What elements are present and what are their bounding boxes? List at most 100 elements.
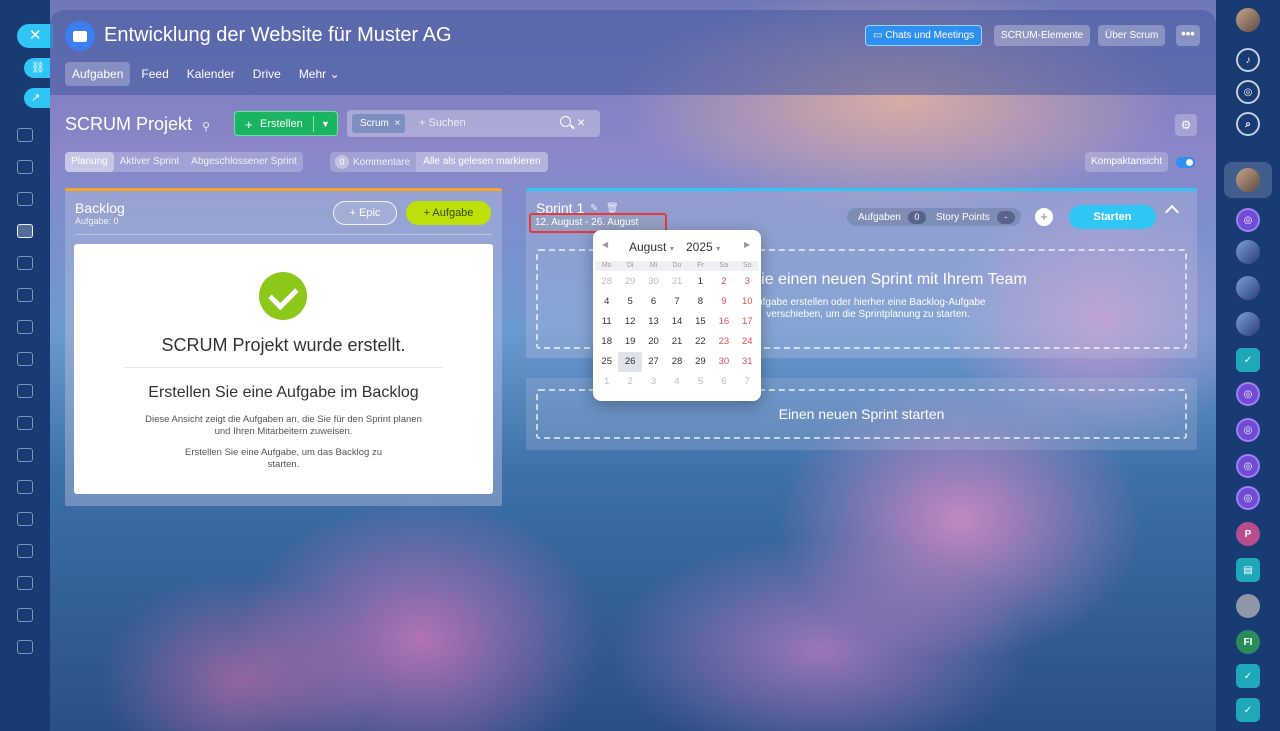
search-box[interactable]: Scrum × + Suchen × (347, 110, 600, 137)
tasks-chat-icon[interactable]: ✓ (1236, 664, 1260, 688)
mail-icon[interactable] (17, 288, 33, 302)
chat-avatar-p[interactable]: P (1236, 522, 1260, 546)
start-sprint-button[interactable]: Starten (1069, 205, 1156, 229)
compact-view-toggle[interactable] (1176, 157, 1195, 168)
card-icon[interactable] (17, 192, 33, 206)
bell-icon[interactable]: ♪ (1236, 48, 1260, 72)
calendar-day[interactable]: 21 (665, 332, 688, 352)
scrum-elements-button[interactable]: SCRUM-Elemente (994, 25, 1091, 46)
chat-group-icon[interactable]: ◎ (1236, 208, 1260, 232)
pen-icon[interactable] (17, 416, 33, 430)
filter-chip-scrum[interactable]: Scrum × (352, 114, 406, 133)
presentation-icon[interactable] (17, 352, 33, 366)
calendar-day[interactable]: 30 (642, 272, 665, 292)
chats-meetings-button[interactable]: ▭ Chats und Meetings (865, 25, 983, 46)
chat-group-icon[interactable]: ◎ (1236, 454, 1260, 478)
chat-avatar[interactable] (1236, 312, 1260, 336)
card-stack-icon[interactable] (17, 480, 33, 494)
calendar-day[interactable]: 22 (689, 332, 712, 352)
tab-kalender[interactable]: Kalender (180, 62, 242, 86)
calendar-day[interactable]: 25 (595, 352, 618, 372)
filter-icon[interactable] (17, 384, 33, 398)
month-select[interactable]: August ▼ (629, 240, 675, 254)
cube-icon[interactable] (17, 608, 33, 622)
calendar-day[interactable]: 7 (736, 372, 759, 392)
link-icon[interactable]: ⛓ (24, 58, 50, 78)
search-icon[interactable] (560, 116, 571, 127)
calendar-day[interactable]: 17 (736, 312, 759, 332)
calendar-day[interactable]: 24 (736, 332, 759, 352)
close-slider-button[interactable]: ✕ (17, 24, 53, 48)
year-select[interactable]: 2025 ▼ (686, 240, 722, 254)
calendar-day[interactable]: 28 (595, 272, 618, 292)
calendar-day[interactable]: 10 (736, 292, 759, 312)
settings-icon[interactable] (17, 576, 33, 590)
tab-abgeschlossener-sprint[interactable]: Abgeschlossener Sprint (185, 152, 303, 172)
calendar-day[interactable]: 4 (595, 292, 618, 312)
tab-mehr[interactable]: Mehr ⌄ (292, 62, 347, 86)
calendar-day[interactable]: 31 (736, 352, 759, 372)
calendar-day[interactable]: 27 (642, 352, 665, 372)
calendar-day[interactable]: 15 (689, 312, 712, 332)
calendar-day[interactable]: 1 (689, 272, 712, 292)
chat-avatar-fi[interactable]: FI (1236, 630, 1260, 654)
calendar-day[interactable]: 6 (712, 372, 735, 392)
calendar-day[interactable]: 13 (642, 312, 665, 332)
calendar-day[interactable]: 19 (618, 332, 641, 352)
gear-icon[interactable]: ⚙ (1175, 114, 1197, 136)
calendar-day[interactable]: 4 (665, 372, 688, 392)
calendar-day[interactable]: 20 (642, 332, 665, 352)
chat-group-icon[interactable]: ◎ (1236, 382, 1260, 406)
calendar-day[interactable]: 29 (689, 352, 712, 372)
more-menu-button[interactable]: ••• (1176, 25, 1200, 46)
tab-feed[interactable]: Feed (134, 62, 175, 86)
chat-avatar[interactable] (1236, 240, 1260, 264)
search-input[interactable]: + Suchen (419, 117, 466, 129)
mark-all-read-button[interactable]: Alle als gelesen markieren (416, 152, 548, 172)
pin-icon[interactable]: ⚲ (202, 120, 210, 133)
tasks-chat-icon[interactable]: ✓ (1236, 698, 1260, 722)
calendar-day[interactable]: 6 (642, 292, 665, 312)
grid-icon[interactable] (17, 640, 33, 654)
search-chat-icon[interactable]: ⌕ (1236, 112, 1260, 136)
chevron-down-icon[interactable]: ▼ (321, 112, 330, 137)
message-chat-icon[interactable]: ▤ (1236, 558, 1260, 582)
calendar-day[interactable]: 5 (618, 292, 641, 312)
chip-remove-icon[interactable]: × (392, 118, 400, 129)
calendar-day[interactable]: 14 (665, 312, 688, 332)
calendar-day[interactable]: 30 (712, 352, 735, 372)
calendar-day[interactable]: 11 (595, 312, 618, 332)
tab-aufgaben[interactable]: Aufgaben (65, 62, 131, 86)
calendar-day[interactable]: 29 (618, 272, 641, 292)
chat-group-icon[interactable]: ◎ (1236, 486, 1260, 510)
create-button[interactable]: + Erstellen ▼ (234, 111, 338, 136)
calendar-icon[interactable] (17, 320, 33, 334)
add-epic-button[interactable]: + Epic (333, 201, 397, 225)
calendar-day[interactable]: 8 (689, 292, 712, 312)
chat-icon[interactable] (17, 256, 33, 270)
user-avatar[interactable] (1236, 8, 1260, 32)
calendar-day[interactable]: 16 (712, 312, 735, 332)
calendar-day[interactable]: 12 (618, 312, 641, 332)
calendar-day[interactable]: 31 (665, 272, 688, 292)
add-task-to-sprint-button[interactable]: + (1035, 208, 1053, 226)
chart-icon[interactable] (17, 512, 33, 526)
chevron-up-icon[interactable] (1164, 204, 1180, 220)
chat-avatar[interactable] (1236, 168, 1260, 192)
box-icon[interactable] (17, 448, 33, 462)
chat-group-icon[interactable]: ◎ (1236, 418, 1260, 442)
add-task-button[interactable]: + Aufgabe (406, 201, 491, 225)
comments-label[interactable]: Kommentare (349, 157, 416, 168)
close-icon[interactable]: × (577, 114, 585, 130)
calendar-day[interactable]: 5 (689, 372, 712, 392)
calendar-day[interactable]: 7 (665, 292, 688, 312)
calendar-day[interactable]: 1 (595, 372, 618, 392)
next-month-icon[interactable]: ▶ (744, 240, 750, 249)
copilot-icon[interactable]: ◎ (1236, 80, 1260, 104)
tab-drive[interactable]: Drive (246, 62, 288, 86)
tasks-icon[interactable] (17, 224, 33, 238)
tab-planung[interactable]: Planung (65, 152, 114, 172)
chat-avatar[interactable] (1236, 594, 1260, 618)
prev-month-icon[interactable]: ◀ (602, 240, 608, 249)
calendar-day[interactable]: 18 (595, 332, 618, 352)
